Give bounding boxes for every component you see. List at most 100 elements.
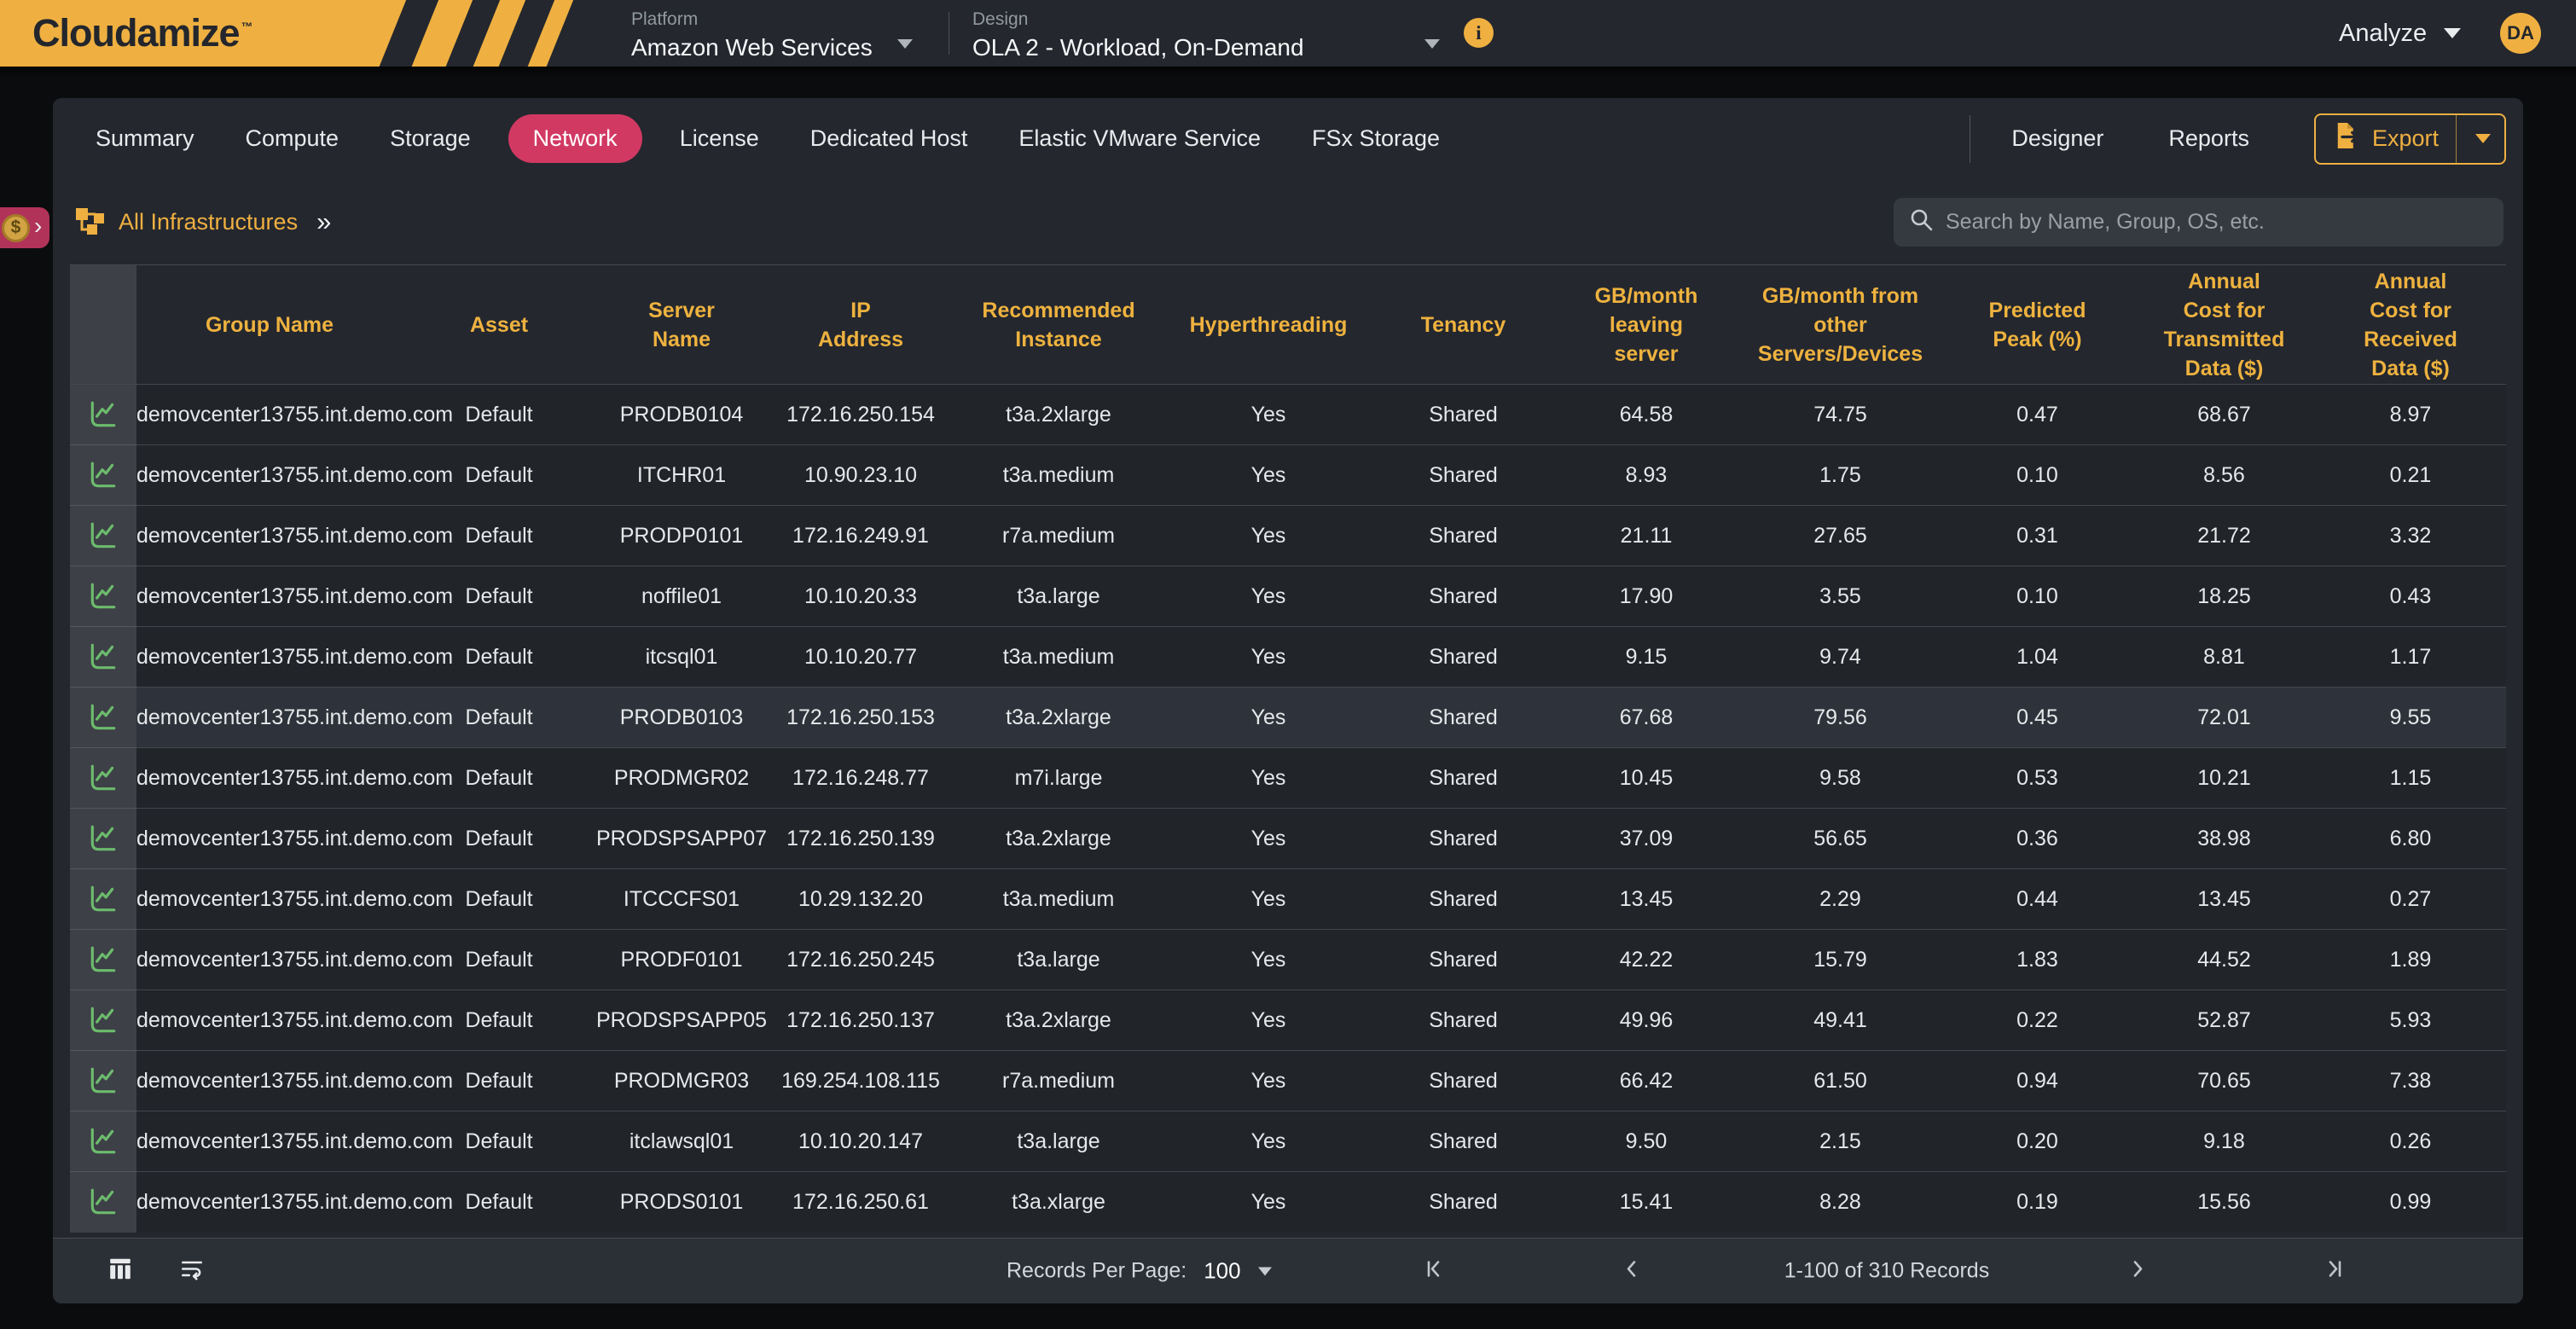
row-chart-icon[interactable] <box>70 688 136 748</box>
column-header[interactable]: Tenancy <box>1373 265 1553 385</box>
table-row[interactable]: demovcenter13755.int.demo.comDefaultitcl… <box>70 1111 2506 1172</box>
table-cell: 0.45 <box>1941 688 2133 748</box>
table-row[interactable]: demovcenter13755.int.demo.comDefaultPROD… <box>70 385 2506 445</box>
table-row[interactable]: demovcenter13755.int.demo.comDefaultPROD… <box>70 809 2506 869</box>
column-header[interactable]: Server Name <box>595 265 768 385</box>
table-cell: 10.10.20.33 <box>768 566 954 627</box>
row-chart-icon[interactable] <box>70 990 136 1051</box>
table-cell: 6.80 <box>2315 809 2506 869</box>
table-cell: Yes <box>1163 748 1373 809</box>
design-caret-icon[interactable] <box>1424 39 1440 49</box>
row-chart-icon[interactable] <box>70 869 136 930</box>
row-chart-icon[interactable] <box>70 748 136 809</box>
row-chart-icon[interactable] <box>70 930 136 990</box>
table-cell: 0.53 <box>1941 748 2133 809</box>
column-header[interactable]: Group Name <box>136 265 403 385</box>
tab-storage[interactable]: Storage <box>390 125 471 152</box>
column-header[interactable]: Annual Cost for Received Data ($) <box>2315 265 2506 385</box>
cost-panel-toggle[interactable]: $ › <box>0 207 49 248</box>
table-row[interactable]: demovcenter13755.int.demo.comDefaultITCH… <box>70 445 2506 506</box>
table-cell: t3a.2xlarge <box>954 990 1163 1051</box>
tab-fsx-storage[interactable]: FSx Storage <box>1312 125 1440 152</box>
table-cell: ITCHR01 <box>595 445 768 506</box>
table-cell: Shared <box>1373 385 1553 445</box>
column-header[interactable]: Asset <box>403 265 595 385</box>
table-row[interactable]: demovcenter13755.int.demo.comDefaultPROD… <box>70 1051 2506 1111</box>
row-chart-icon[interactable] <box>70 1111 136 1172</box>
next-page-icon[interactable] <box>2125 1256 2150 1286</box>
tab-compute[interactable]: Compute <box>246 125 339 152</box>
records-per-page-value[interactable]: 100 <box>1204 1258 1240 1285</box>
design-label: Design <box>972 9 1304 30</box>
tab-elastic-vmware-service[interactable]: Elastic VMware Service <box>1018 125 1261 152</box>
export-label: Export <box>2372 125 2439 152</box>
previous-page-icon[interactable] <box>1619 1256 1645 1286</box>
table-cell: 70.65 <box>2133 1051 2315 1111</box>
user-avatar[interactable]: DA <box>2500 13 2541 54</box>
table-cell: t3a.2xlarge <box>954 385 1163 445</box>
column-header[interactable]: Hyperthreading <box>1163 265 1373 385</box>
column-header[interactable]: IP Address <box>768 265 954 385</box>
breadcrumb[interactable]: All Infrastructures <box>119 209 298 235</box>
table-cell: Yes <box>1163 627 1373 688</box>
row-chart-icon[interactable] <box>70 566 136 627</box>
table-cell: m7i.large <box>954 748 1163 809</box>
table-row[interactable]: demovcenter13755.int.demo.comDefaultPROD… <box>70 748 2506 809</box>
table-row[interactable]: demovcenter13755.int.demo.comDefaultnoff… <box>70 566 2506 627</box>
export-caret-icon[interactable] <box>2475 134 2491 143</box>
table-cell: Shared <box>1373 627 1553 688</box>
column-header[interactable]: GB/month leaving server <box>1553 265 1739 385</box>
row-chart-icon[interactable] <box>70 445 136 506</box>
table-cell: t3a.large <box>954 566 1163 627</box>
row-chart-icon[interactable] <box>70 809 136 869</box>
table-row[interactable]: demovcenter13755.int.demo.comDefaultitcs… <box>70 627 2506 688</box>
last-page-icon[interactable] <box>2320 1256 2346 1286</box>
column-settings-icon[interactable] <box>107 1256 133 1286</box>
table-cell: 9.18 <box>2133 1111 2315 1172</box>
records-per-page-label: Records Per Page: <box>1007 1259 1186 1284</box>
designer-link[interactable]: Designer <box>2011 125 2103 152</box>
platform-caret-icon[interactable] <box>897 39 913 49</box>
column-header[interactable]: Predicted Peak (%) <box>1941 265 2133 385</box>
export-button[interactable]: Export <box>2314 113 2506 165</box>
tab-license[interactable]: License <box>680 125 759 152</box>
search-box[interactable] <box>1894 198 2503 247</box>
row-chart-icon[interactable] <box>70 627 136 688</box>
platform-select[interactable]: Platform Amazon Web Services <box>631 9 873 61</box>
cloudamize-logo[interactable]: Cloudamize™ <box>32 11 252 55</box>
logo-zone: Cloudamize™ <box>0 0 597 67</box>
reports-link[interactable]: Reports <box>2168 125 2249 152</box>
table-cell: 44.52 <box>2133 930 2315 990</box>
wrap-text-icon[interactable] <box>179 1256 205 1286</box>
tab-network[interactable]: Network <box>508 114 642 163</box>
search-input[interactable] <box>1946 210 2483 235</box>
table-cell: Yes <box>1163 1111 1373 1172</box>
records-per-page-caret-icon[interactable] <box>1258 1267 1272 1275</box>
column-header[interactable]: Annual Cost for Transmitted Data ($) <box>2133 265 2315 385</box>
design-select[interactable]: Design OLA 2 - Workload, On-Demand <box>972 9 1304 61</box>
row-chart-icon[interactable] <box>70 1051 136 1111</box>
table-cell: r7a.medium <box>954 506 1163 566</box>
info-icon[interactable]: i <box>1464 18 1494 48</box>
row-chart-icon[interactable] <box>70 385 136 445</box>
row-chart-icon[interactable] <box>70 506 136 566</box>
tab-summary[interactable]: Summary <box>96 125 194 152</box>
table-row[interactable]: demovcenter13755.int.demo.comDefaultITCC… <box>70 869 2506 930</box>
table-cell: 9.50 <box>1553 1111 1739 1172</box>
analyze-menu[interactable]: Analyze <box>2339 0 2461 67</box>
first-page-icon[interactable] <box>1423 1256 1448 1286</box>
table-row[interactable]: demovcenter13755.int.demo.comDefaultPROD… <box>70 1172 2506 1233</box>
tab-dedicated-host[interactable]: Dedicated Host <box>810 125 968 152</box>
column-header[interactable]: Recommended Instance <box>954 265 1163 385</box>
table-cell: 10.10.20.147 <box>768 1111 954 1172</box>
table-row[interactable]: demovcenter13755.int.demo.comDefaultPROD… <box>70 930 2506 990</box>
table-row[interactable]: demovcenter13755.int.demo.comDefaultPROD… <box>70 688 2506 748</box>
table-cell: demovcenter13755.int.demo.com <box>136 809 403 869</box>
table-row[interactable]: demovcenter13755.int.demo.comDefaultPROD… <box>70 990 2506 1051</box>
row-chart-icon[interactable] <box>70 1172 136 1233</box>
column-header[interactable]: GB/month from other Servers/Devices <box>1739 265 1941 385</box>
double-chevron-icon[interactable]: » <box>316 206 331 237</box>
table-cell: 10.10.20.77 <box>768 627 954 688</box>
table-row[interactable]: demovcenter13755.int.demo.comDefaultPROD… <box>70 506 2506 566</box>
table-cell: 0.21 <box>2315 445 2506 506</box>
